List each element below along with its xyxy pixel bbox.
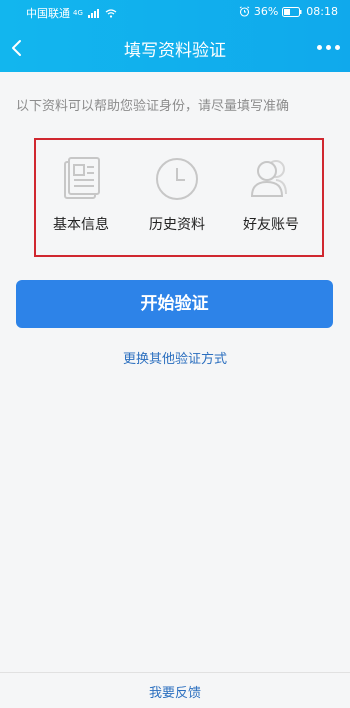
footer: 我要反馈 <box>0 672 350 708</box>
feedback-link[interactable]: 我要反馈 <box>0 682 350 701</box>
intro-text: 以下资料可以帮助您验证身份，请尽量填写准确 <box>16 99 290 114</box>
alarm-icon <box>239 6 250 17</box>
document-icon <box>64 157 100 199</box>
status-bar: 中国联通 4G 36% 08:18 <box>0 0 350 24</box>
verification-options-panel: 基本信息 历史资料 好友账号 <box>34 138 324 257</box>
option-history-label: 历史资料 <box>149 217 205 233</box>
option-history[interactable]: 历史资料 <box>132 154 222 234</box>
signal-icon <box>87 8 99 18</box>
clock-time: 08:18 <box>306 5 338 18</box>
switch-method-link[interactable]: 更换其他验证方式 <box>0 348 350 367</box>
clock-icon <box>156 158 198 200</box>
start-verification-button[interactable]: 开始验证 <box>16 280 333 328</box>
status-left: 中国联通 4G <box>26 5 117 21</box>
carrier-name: 中国联通 <box>26 7 70 20</box>
page-title: 填写资料验证 <box>124 41 226 61</box>
option-basic-info[interactable]: 基本信息 <box>36 154 126 234</box>
option-friends[interactable]: 好友账号 <box>226 154 316 234</box>
nav-bar: 填写资料验证 <box>0 24 350 72</box>
battery-icon <box>282 6 302 17</box>
status-right: 36% 08:18 <box>239 5 338 18</box>
option-friends-label: 好友账号 <box>243 217 299 233</box>
network-type: 4G <box>73 9 83 17</box>
option-basic-info-label: 基本信息 <box>53 217 109 233</box>
wifi-icon <box>105 8 117 18</box>
battery-percent: 36% <box>253 5 279 18</box>
verification-screen: 中国联通 4G 36% 08:18 填写资料验证 以下资料可以帮助您验证身份，请… <box>0 0 350 708</box>
more-dots-icon[interactable] <box>317 45 340 50</box>
friends-icon <box>250 160 287 197</box>
